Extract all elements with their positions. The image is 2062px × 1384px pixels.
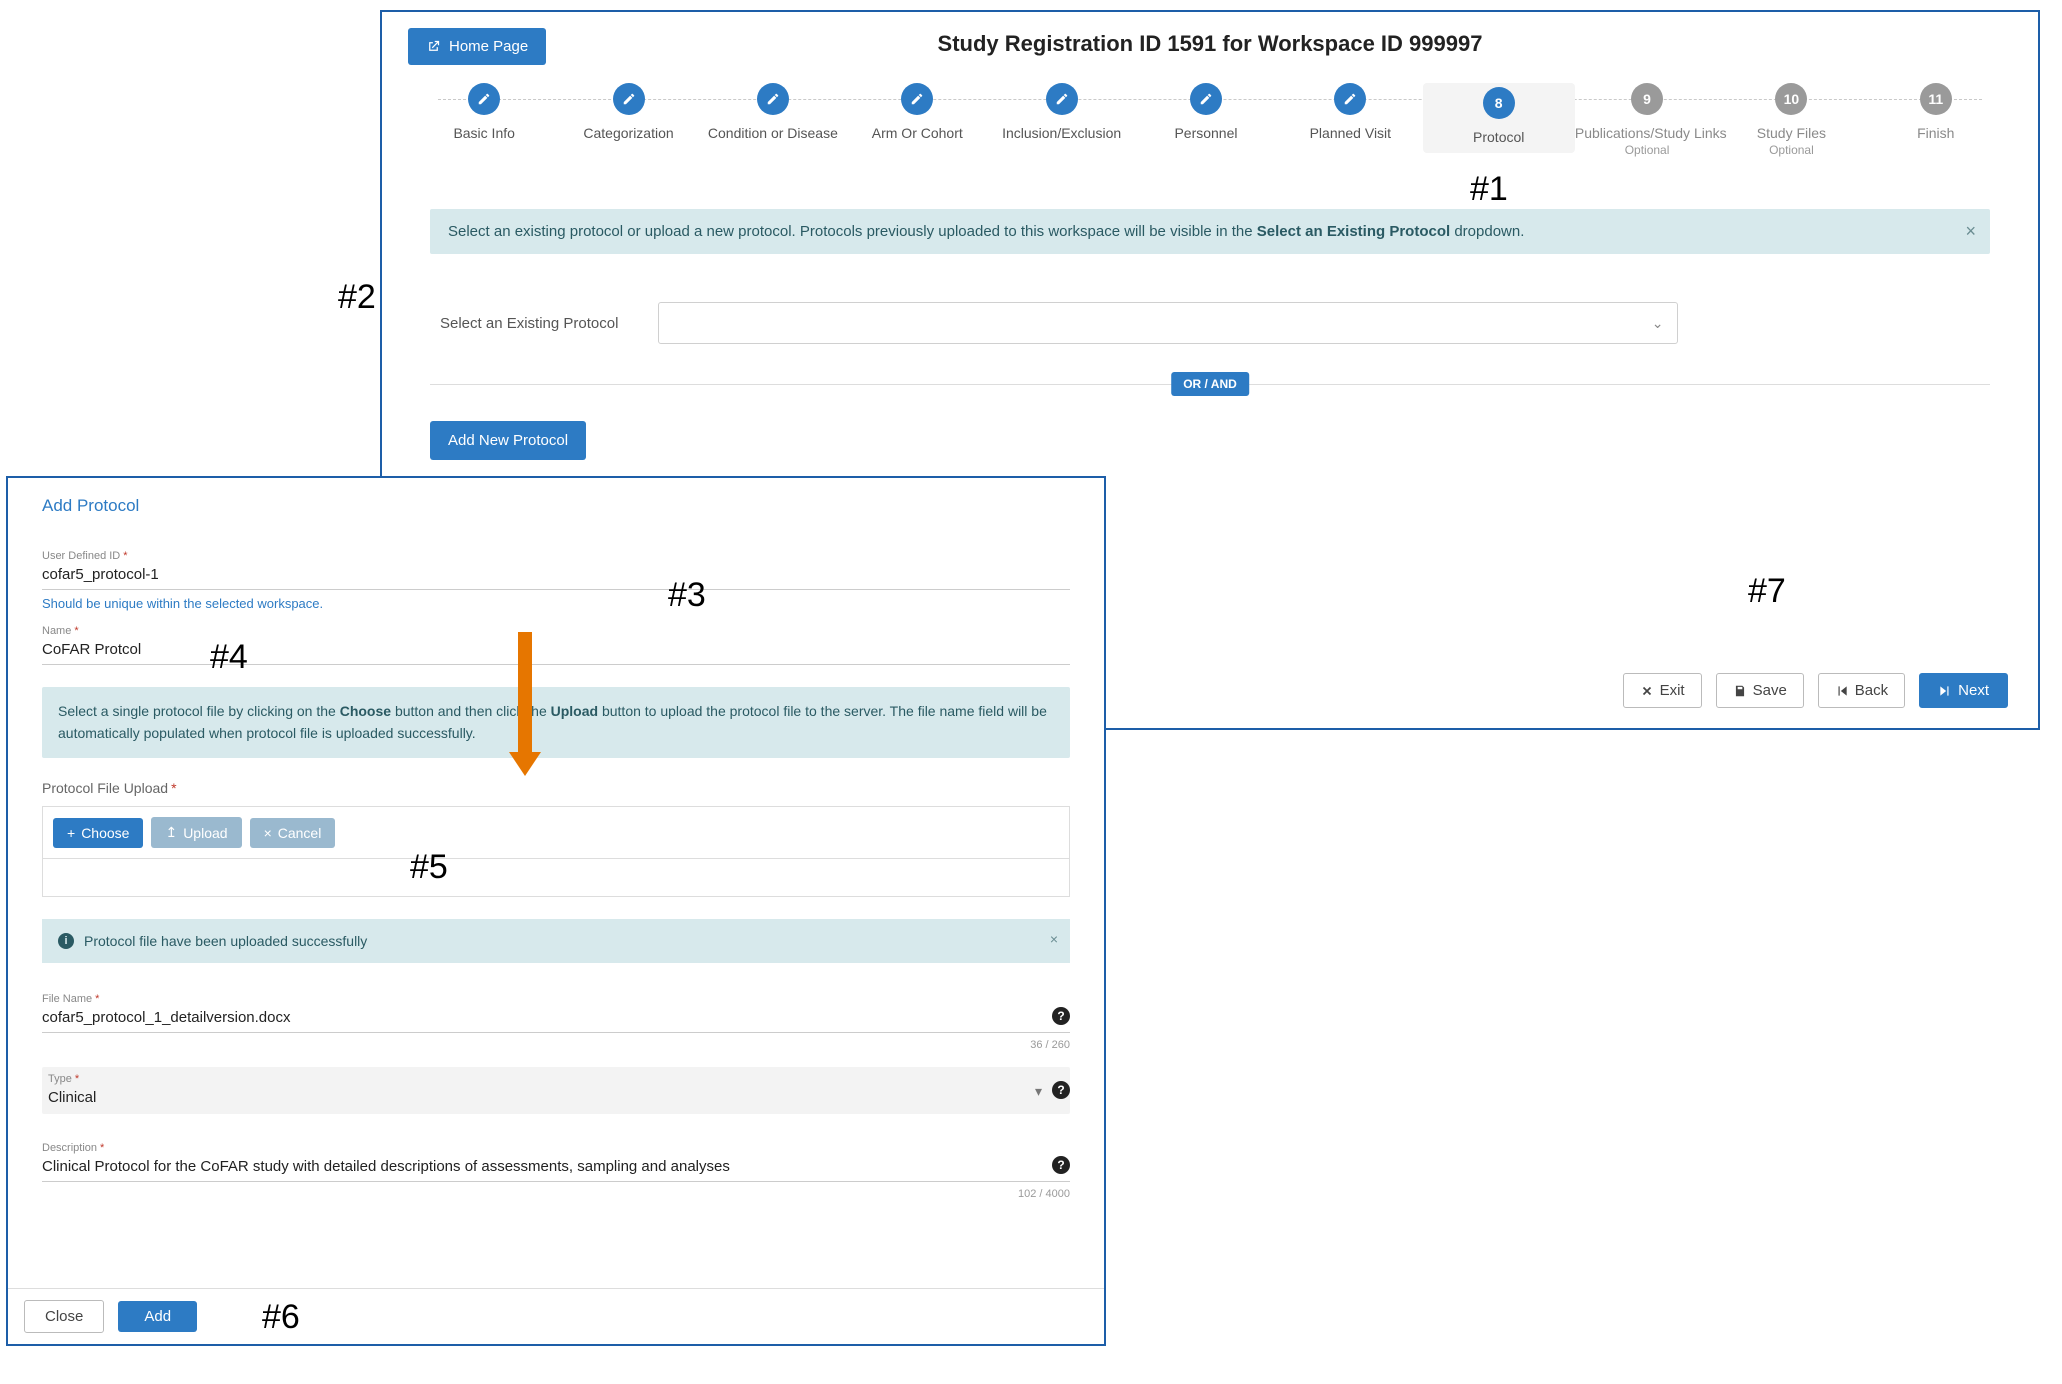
step-number-icon: 9 (1631, 83, 1663, 115)
pencil-icon (1334, 83, 1366, 115)
description-input[interactable] (42, 1154, 1070, 1182)
add-protocol-dialog: Add Protocol User Defined ID* Should be … (6, 476, 1106, 1346)
pencil-icon (757, 83, 789, 115)
step-number-icon: 11 (1920, 83, 1952, 115)
exit-button[interactable]: Exit (1623, 673, 1702, 708)
add-button[interactable]: Add (118, 1301, 197, 1332)
plus-icon: + (67, 825, 75, 841)
wizard-stepper: Basic Info Categorization Condition or D… (408, 83, 2012, 157)
file-name-label: File Name* (42, 993, 1070, 1005)
help-icon[interactable]: ? (1052, 1081, 1070, 1099)
next-button[interactable]: Next (1919, 673, 2008, 708)
step-publications[interactable]: 9 Publications/Study Links Optional (1575, 83, 1719, 157)
name-label: Name* (42, 625, 1070, 637)
prev-icon (1835, 684, 1849, 698)
caret-down-icon: ▾ (1035, 1083, 1042, 1100)
save-icon (1733, 684, 1747, 698)
wizard-footer: Exit Save Back Next (1623, 673, 2008, 708)
page-title: Study Registration ID 1591 for Workspace… (408, 31, 2012, 57)
file-upload-toolbar: +Choose ↥Upload ×Cancel (42, 806, 1070, 859)
chevron-down-icon: ⌄ (1652, 315, 1664, 332)
select-existing-protocol-dropdown[interactable]: ⌄ (658, 302, 1678, 344)
choose-file-button[interactable]: +Choose (53, 818, 143, 848)
cancel-upload-button[interactable]: ×Cancel (250, 818, 336, 848)
description-label: Description* (42, 1142, 1070, 1154)
close-icon[interactable]: × (1965, 221, 1976, 242)
type-select[interactable] (48, 1085, 1064, 1112)
step-number-icon: 8 (1483, 87, 1515, 119)
description-counter: 102 / 4000 (1018, 1188, 1070, 1200)
step-basic-info[interactable]: Basic Info (412, 83, 556, 141)
dialog-footer: Close Add (8, 1288, 1104, 1344)
file-drop-area[interactable] (42, 859, 1070, 897)
next-icon (1938, 684, 1952, 698)
pencil-icon (1046, 83, 1078, 115)
add-new-protocol-button[interactable]: Add New Protocol (430, 421, 586, 460)
external-link-icon (426, 39, 441, 54)
upload-instructions: Select a single protocol file by clickin… (42, 687, 1070, 758)
info-icon: i (58, 933, 74, 949)
type-label: Type* (48, 1073, 1064, 1085)
back-button[interactable]: Back (1818, 673, 1905, 708)
pencil-icon (901, 83, 933, 115)
home-page-label: Home Page (449, 38, 528, 55)
annotation-arrow (518, 632, 532, 754)
upload-icon: ↥ (165, 824, 177, 841)
name-input[interactable] (42, 637, 1070, 665)
protocol-file-upload-label: Protocol File Upload* (42, 780, 1070, 796)
upload-success-banner: i Protocol file have been uploaded succe… (42, 919, 1070, 963)
dialog-title: Add Protocol (42, 496, 1070, 516)
pencil-icon (613, 83, 645, 115)
step-arm-cohort[interactable]: Arm Or Cohort (845, 83, 989, 141)
step-finish[interactable]: 11 Finish (1864, 83, 2008, 141)
file-name-input[interactable] (42, 1005, 1070, 1033)
pencil-icon (468, 83, 500, 115)
info-banner: Select an existing protocol or upload a … (430, 209, 1990, 254)
save-button[interactable]: Save (1716, 673, 1804, 708)
step-categorization[interactable]: Categorization (556, 83, 700, 141)
step-inclusion-exclusion[interactable]: Inclusion/Exclusion (989, 83, 1133, 141)
close-icon[interactable]: × (1050, 931, 1058, 947)
user-defined-id-input[interactable] (42, 562, 1070, 590)
step-number-icon: 10 (1775, 83, 1807, 115)
file-name-counter: 36 / 260 (1030, 1039, 1070, 1051)
step-personnel[interactable]: Personnel (1134, 83, 1278, 141)
step-protocol[interactable]: 8 Protocol (1423, 83, 1575, 153)
pencil-icon (1190, 83, 1222, 115)
step-planned-visit[interactable]: Planned Visit (1278, 83, 1422, 141)
x-icon (1640, 684, 1654, 698)
step-condition[interactable]: Condition or Disease (701, 83, 845, 141)
step-study-files[interactable]: 10 Study Files Optional (1719, 83, 1863, 157)
select-existing-protocol-label: Select an Existing Protocol (440, 315, 618, 332)
user-defined-id-label: User Defined ID* (42, 550, 1070, 562)
annotation-2: #2 (338, 278, 376, 317)
home-page-button[interactable]: Home Page (408, 28, 546, 65)
close-button[interactable]: Close (24, 1300, 104, 1333)
upload-file-button[interactable]: ↥Upload (151, 817, 241, 848)
or-and-divider: OR / AND (430, 384, 1990, 385)
user-defined-id-hint: Should be unique within the selected wor… (42, 596, 1070, 611)
x-icon: × (264, 825, 272, 841)
